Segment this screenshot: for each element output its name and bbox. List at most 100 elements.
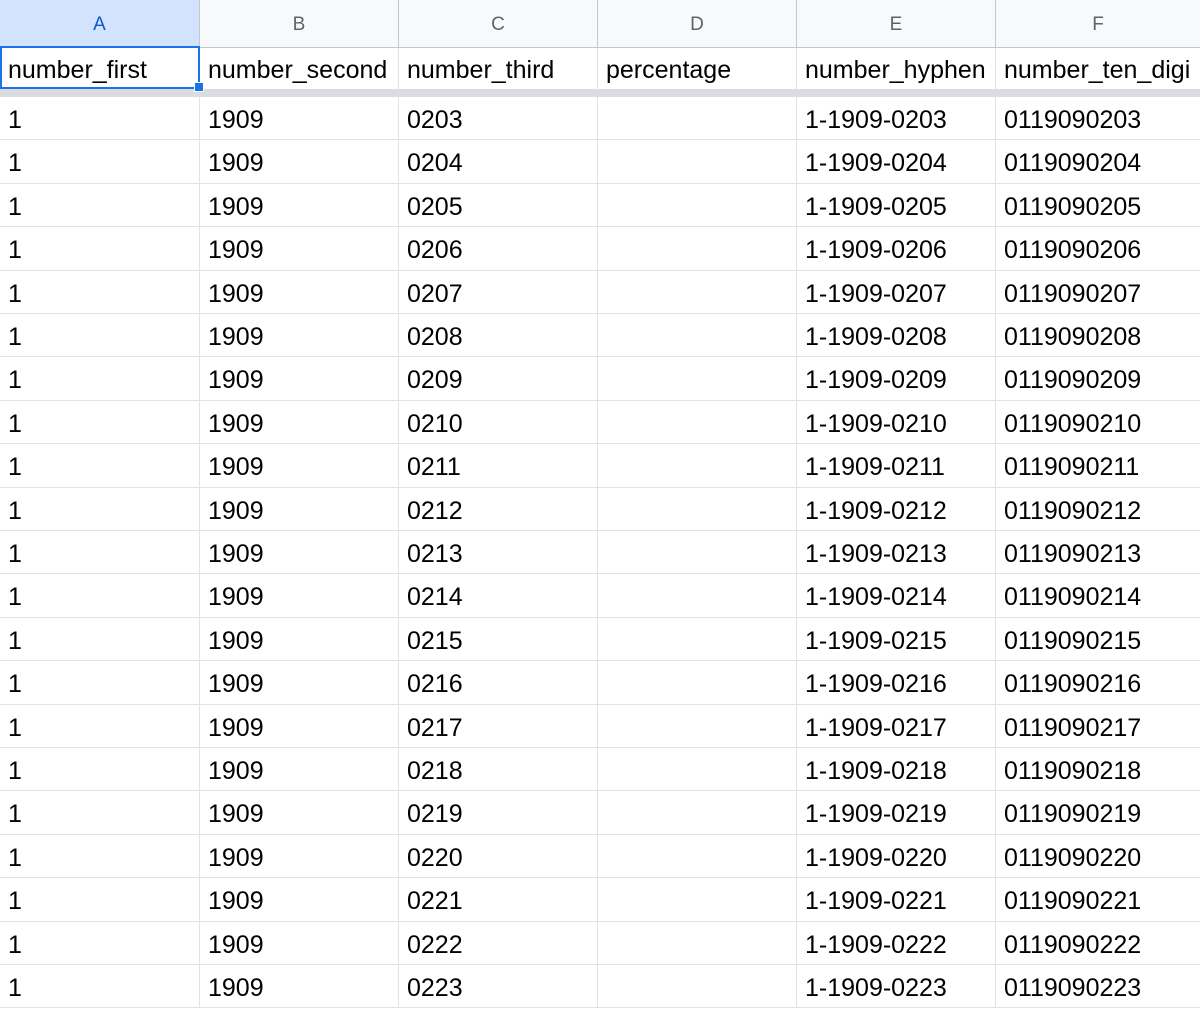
cell-number-third[interactable]: 0216 [399,661,598,704]
cell-number-third[interactable]: 0203 [399,97,598,140]
header-cell-percentage[interactable]: percentage [598,48,797,89]
cell-number-hyphen[interactable]: 1-1909-0220 [797,834,996,878]
cell-number-ten-digit[interactable]: 0119090203 [996,97,1200,139]
cell-number-hyphen[interactable]: 1-1909-0213 [797,531,996,574]
cell-number-third[interactable]: 0212 [399,487,598,530]
cell-number-second[interactable]: 1909 [200,140,399,183]
cell-number-second[interactable]: 1909 [200,791,399,834]
cell-number-second[interactable]: 1909 [200,270,399,313]
cell-number-third[interactable]: 0221 [399,878,598,921]
cell-number-first[interactable]: 1 [0,400,200,444]
cell-percentage[interactable] [598,531,797,574]
cell-percentage[interactable] [598,270,797,313]
cell-percentage[interactable] [598,791,797,834]
cell-number-third[interactable]: 0220 [399,834,598,878]
cell-percentage[interactable] [598,357,797,400]
cell-number-hyphen[interactable]: 1-1909-0203 [797,97,996,140]
cell-number-hyphen[interactable]: 1-1909-0221 [797,878,996,921]
cell-percentage[interactable] [598,878,797,921]
cell-number-ten-digit[interactable]: 0119090205 [996,184,1200,226]
cell-number-third[interactable]: 0223 [399,965,598,1008]
cell-number-ten-digit[interactable]: 0119090210 [996,401,1200,443]
cell-number-first[interactable]: 1 [0,834,200,878]
cell-number-third[interactable]: 0222 [399,921,598,964]
cell-number-ten-digit[interactable]: 0119090218 [996,748,1200,790]
cell-number-second[interactable]: 1909 [200,574,399,617]
cell-number-hyphen[interactable]: 1-1909-0208 [797,314,996,357]
cell-number-first[interactable]: 1 [0,227,200,270]
cell-number-hyphen[interactable]: 1-1909-0210 [797,400,996,444]
cell-number-second[interactable]: 1909 [200,965,399,1008]
cell-number-third[interactable]: 0206 [399,227,598,270]
cell-number-third[interactable]: 0208 [399,314,598,357]
cell-percentage[interactable] [598,704,797,747]
cell-percentage[interactable] [598,487,797,530]
cell-number-first[interactable]: 1 [0,921,200,964]
cell-number-first[interactable]: 1 [0,661,200,704]
cell-number-second[interactable]: 1909 [200,487,399,530]
cell-number-hyphen[interactable]: 1-1909-0211 [797,444,996,487]
cell-percentage[interactable] [598,661,797,704]
cell-percentage[interactable] [598,227,797,270]
cell-number-ten-digit[interactable]: 0119090221 [996,878,1200,920]
cell-percentage[interactable] [598,921,797,964]
cell-number-second[interactable]: 1909 [200,97,399,140]
column-header-c[interactable]: C [399,0,598,47]
cell-number-third[interactable]: 0209 [399,357,598,400]
header-cell-number-first[interactable]: number_first [0,48,200,89]
cell-number-first[interactable]: 1 [0,270,200,313]
cell-number-third[interactable]: 0215 [399,617,598,661]
header-cell-number-ten-digit[interactable]: number_ten_digi [996,48,1200,89]
cell-number-first[interactable]: 1 [0,791,200,834]
cell-number-hyphen[interactable]: 1-1909-0222 [797,921,996,964]
cell-number-hyphen[interactable]: 1-1909-0209 [797,357,996,400]
column-header-e[interactable]: E [797,0,996,47]
cell-number-first[interactable]: 1 [0,574,200,617]
cell-number-ten-digit[interactable]: 0119090216 [996,661,1200,703]
cell-number-second[interactable]: 1909 [200,617,399,661]
column-header-a[interactable]: A [0,0,200,47]
cell-number-first[interactable]: 1 [0,314,200,357]
cell-number-first[interactable]: 1 [0,531,200,574]
cell-number-ten-digit[interactable]: 0119090222 [996,922,1200,964]
header-cell-number-hyphen[interactable]: number_hyphen [797,48,996,89]
cell-number-second[interactable]: 1909 [200,531,399,574]
header-cell-number-third[interactable]: number_third [399,48,598,89]
cell-number-hyphen[interactable]: 1-1909-0215 [797,617,996,661]
column-header-d[interactable]: D [598,0,797,47]
cell-number-second[interactable]: 1909 [200,183,399,227]
cell-number-third[interactable]: 0204 [399,140,598,183]
cell-number-first[interactable]: 1 [0,487,200,530]
cell-number-first[interactable]: 1 [0,444,200,487]
cell-number-second[interactable]: 1909 [200,314,399,357]
cell-number-third[interactable]: 0217 [399,704,598,747]
cell-number-third[interactable]: 0210 [399,400,598,444]
cell-number-third[interactable]: 0211 [399,444,598,487]
cell-number-second[interactable]: 1909 [200,748,399,791]
cell-percentage[interactable] [598,748,797,791]
cell-number-third[interactable]: 0219 [399,791,598,834]
cell-number-second[interactable]: 1909 [200,878,399,921]
cell-number-hyphen[interactable]: 1-1909-0219 [797,791,996,834]
fill-handle[interactable] [194,82,204,92]
frozen-row-divider[interactable] [0,89,1200,97]
cell-number-ten-digit[interactable]: 0119090208 [996,314,1200,356]
cell-number-ten-digit[interactable]: 0119090215 [996,618,1200,660]
cell-number-first[interactable]: 1 [0,617,200,661]
column-header-b[interactable]: B [200,0,399,47]
cell-percentage[interactable] [598,314,797,357]
cell-number-hyphen[interactable]: 1-1909-0216 [797,661,996,704]
cell-number-second[interactable]: 1909 [200,227,399,270]
cell-percentage[interactable] [598,834,797,878]
cell-number-first[interactable]: 1 [0,965,200,1008]
cell-number-second[interactable]: 1909 [200,921,399,964]
cell-number-third[interactable]: 0205 [399,183,598,227]
cell-number-hyphen[interactable]: 1-1909-0218 [797,748,996,791]
header-cell-number-second[interactable]: number_second [200,48,399,89]
cell-number-third[interactable]: 0207 [399,270,598,313]
cell-number-hyphen[interactable]: 1-1909-0212 [797,487,996,530]
cell-percentage[interactable] [598,617,797,661]
cell-number-first[interactable]: 1 [0,140,200,183]
cell-number-third[interactable]: 0214 [399,574,598,617]
cell-number-third[interactable]: 0218 [399,748,598,791]
